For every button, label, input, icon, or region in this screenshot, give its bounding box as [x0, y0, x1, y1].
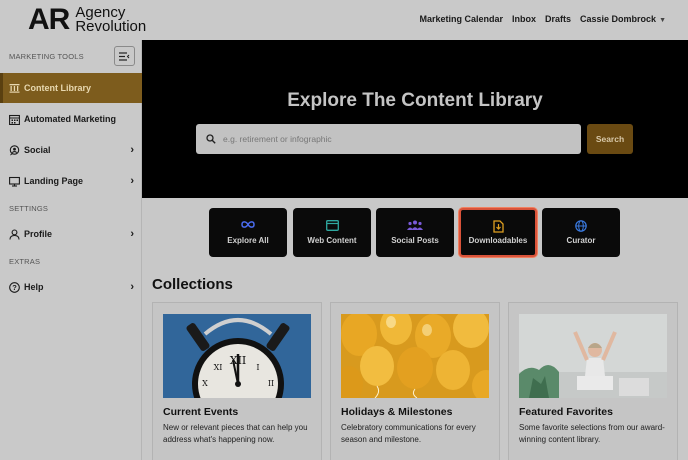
user-icon [9, 228, 20, 240]
collapse-sidebar-button[interactable] [114, 46, 135, 66]
globe-icon [575, 220, 587, 232]
help-icon: ? [9, 281, 20, 293]
search-input[interactable] [223, 134, 563, 144]
sidebar-item-help[interactable]: ? Help › [0, 272, 142, 302]
category-label: Explore All [227, 236, 269, 245]
svg-text:?: ? [12, 283, 17, 292]
collection-title: Featured Favorites [519, 406, 613, 418]
logo-mark: AR [28, 3, 70, 36]
sidebar-item-profile[interactable]: Profile › [0, 219, 142, 249]
infinity-icon [241, 221, 255, 228]
category-downloadables[interactable]: Downloadables [459, 208, 537, 257]
svg-text:X: X [202, 379, 208, 388]
sidebar-item-landing-page[interactable]: Landing Page › [0, 166, 142, 196]
sidebar-item-label: Help [24, 282, 44, 292]
svg-text:XI: XI [214, 363, 223, 372]
chevron-right-icon: › [130, 228, 134, 240]
collection-title: Holidays & Milestones [341, 406, 453, 418]
category-label: Social Posts [391, 236, 439, 245]
category-curator[interactable]: Curator [542, 208, 620, 257]
hero-banner: Explore The Content Library Search [142, 40, 688, 198]
section-label-settings: SETTINGS [9, 204, 49, 213]
nav-inbox[interactable]: Inbox [512, 14, 536, 24]
logo-text: Agency Revolution [75, 5, 147, 35]
nav-marketing-calendar[interactable]: Marketing Calendar [419, 14, 503, 24]
svg-text:I: I [256, 363, 259, 372]
category-label: Web Content [307, 236, 357, 245]
chevron-right-icon: › [130, 175, 134, 187]
download-doc-icon [492, 220, 504, 233]
collection-card-featured-favorites[interactable]: Featured Favorites Some favorite selecti… [508, 302, 678, 460]
monitor-icon [9, 176, 20, 187]
sidebar-item-automated-marketing[interactable]: Automated Marketing [0, 104, 142, 134]
calendar-icon [9, 114, 20, 125]
category-social-posts[interactable]: Social Posts [376, 208, 454, 257]
category-web-content[interactable]: Web Content [293, 208, 371, 257]
search-button[interactable]: Search [587, 124, 633, 154]
section-label-marketing-tools: MARKETING TOOLS [9, 52, 84, 61]
nav-drafts[interactable]: Drafts [545, 14, 571, 24]
sidebar-item-label: Profile [24, 229, 53, 239]
user-name: Cassie Dombrock [580, 14, 657, 24]
sidebar-item-content-library[interactable]: Content Library [0, 73, 142, 103]
social-icon [9, 144, 20, 156]
collection-description: Celebratory communications for every sea… [341, 423, 476, 444]
chevron-right-icon: › [130, 281, 134, 293]
collection-description: New or relevant pieces that can help you… [163, 423, 308, 444]
category-label: Curator [566, 236, 596, 245]
sidebar-item-label: Content Library [24, 83, 92, 93]
sidebar-item-label: Automated Marketing [24, 114, 117, 124]
alarm-clock-image: XII XI I X II [163, 314, 311, 398]
section-label-extras: EXTRAS [9, 257, 41, 266]
search-icon [206, 134, 216, 144]
agency-revolution-logo[interactable]: AR Agency Revolution [28, 4, 146, 36]
collection-card-current-events[interactable]: XII XI I X II Current Events New or rele… [152, 302, 322, 460]
search-field[interactable] [196, 124, 581, 154]
library-icon [9, 83, 20, 94]
hero-title: Explore The Content Library [287, 90, 543, 111]
user-menu[interactable]: Cassie Dombrock ▼ [580, 14, 666, 24]
browser-icon [325, 220, 339, 231]
collection-title: Current Events [163, 406, 239, 418]
top-header: AR Agency Revolution Marketing Calendar … [0, 0, 688, 40]
sidebar-item-label: Social [24, 145, 51, 155]
sidebar: MARKETING TOOLS Content Library Automate… [0, 40, 142, 460]
collection-card-holidays-milestones[interactable]: Holidays & Milestones Celebratory commun… [330, 302, 500, 460]
caret-down-icon: ▼ [659, 17, 666, 24]
balloons-image [341, 314, 489, 398]
category-explore-all[interactable]: Explore All [209, 208, 287, 257]
collections-heading: Collections [152, 276, 233, 293]
svg-text:II: II [268, 379, 274, 388]
category-label: Downloadables [468, 236, 528, 245]
sidebar-item-social[interactable]: Social › [0, 135, 142, 165]
collapse-menu-icon [119, 51, 130, 61]
sidebar-item-label: Landing Page [24, 176, 84, 186]
celebrating-person-image [519, 314, 667, 398]
people-icon [407, 220, 423, 230]
logo-text-line2: Revolution [75, 18, 147, 35]
main-content: Explore All Web Content Social Posts Dow… [142, 198, 688, 460]
top-nav: Marketing Calendar Inbox Drafts Cassie D… [419, 14, 666, 24]
chevron-right-icon: › [130, 144, 134, 156]
collection-description: Some favorite selections from our award-… [519, 423, 665, 444]
